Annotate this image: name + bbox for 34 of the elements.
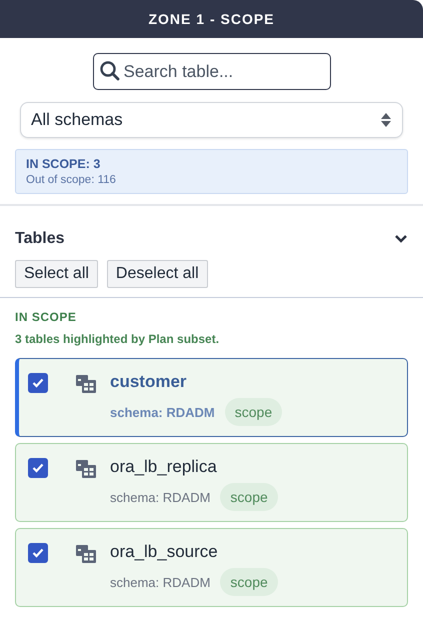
scope-tag: scope: [224, 398, 282, 426]
checkmark-icon: [32, 463, 44, 473]
table-icon: [76, 545, 96, 563]
deselect-all-button[interactable]: Deselect all: [106, 260, 208, 288]
panel-header: ZONE 1 - SCOPE: [0, 0, 423, 38]
schema-label: schema: RDADM: [110, 404, 215, 420]
table-name: customer: [110, 372, 188, 392]
table-icon: [76, 460, 96, 478]
scope-tag: scope: [220, 483, 278, 511]
checkmark-icon: [32, 378, 44, 388]
scope-tag: scope: [220, 568, 278, 596]
table-card[interactable]: customer schema: RDADM scope: [15, 358, 408, 437]
checkbox[interactable]: [28, 543, 48, 563]
search-field[interactable]: Search table...: [92, 53, 330, 90]
table-name: ora_lb_replica: [110, 457, 218, 477]
schema-label: schema: RDADM: [110, 574, 210, 590]
group-title: IN SCOPE: [15, 310, 78, 324]
table-card[interactable]: ora_lb_replica schema: RDADM scope: [15, 443, 408, 522]
checkbox[interactable]: [28, 458, 48, 478]
table-icon: [76, 375, 96, 393]
updown-icon: [380, 112, 392, 128]
table-name: ora_lb_source: [110, 542, 219, 562]
table-card[interactable]: ora_lb_source schema: RDADM scope: [15, 528, 408, 607]
group-subtitle: 3 tables highlighted by Plan subset.: [15, 332, 220, 346]
in-scope-count: IN SCOPE: 3: [26, 157, 102, 171]
schema-dropdown[interactable]: All schemas: [20, 102, 403, 138]
search-icon: [98, 60, 120, 82]
chevron-icon[interactable]: [394, 234, 408, 244]
checkmark-icon: [32, 548, 44, 558]
checkbox[interactable]: [28, 373, 48, 393]
select-all-button[interactable]: Select all: [15, 260, 98, 288]
schema-label: schema: RDADM: [110, 490, 210, 504]
out-of-scope-count: Out of scope: 116: [26, 174, 117, 186]
section-title: Tables: [15, 230, 64, 248]
